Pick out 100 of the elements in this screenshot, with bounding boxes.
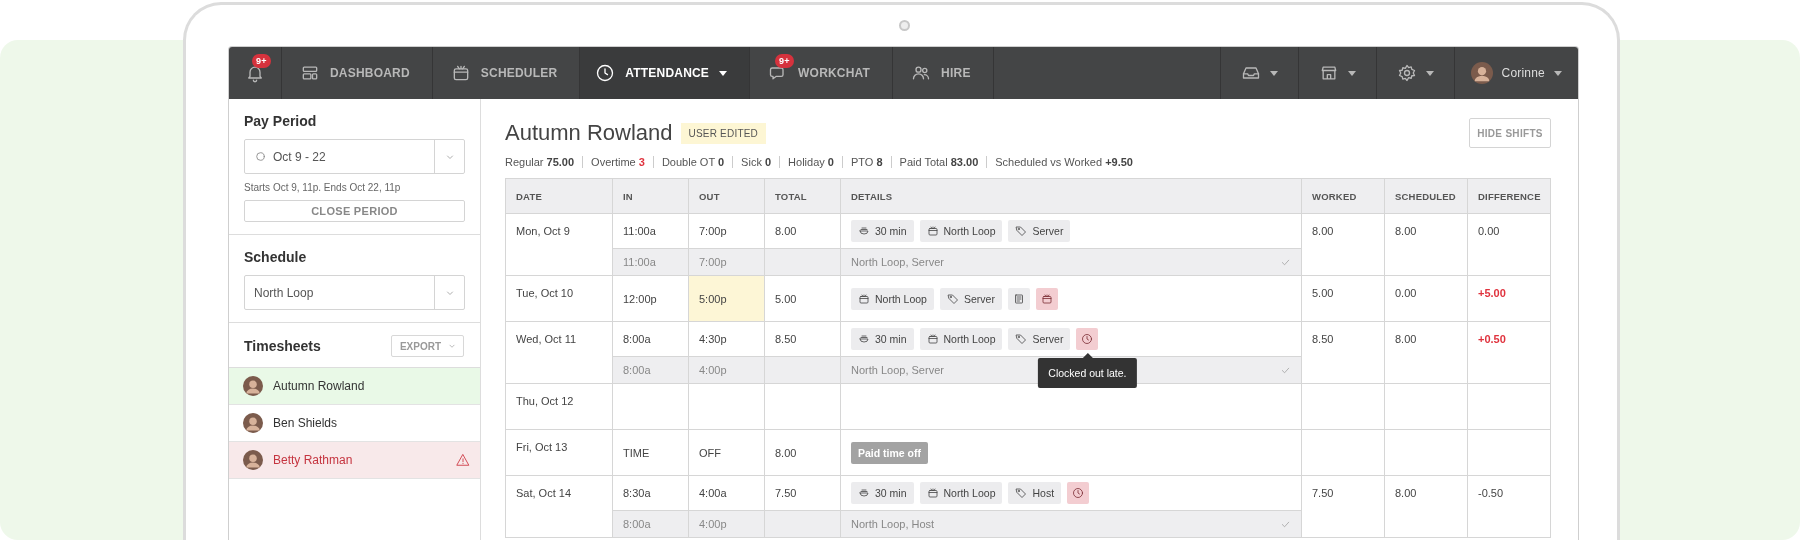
notification-badge: 9+ [252,54,271,68]
table-cell: 8.00 [1384,213,1468,276]
tag-icon [946,292,959,305]
location-chip[interactable]: North Loop [919,220,1003,242]
pto-tag: Paid time off [851,441,928,464]
stat-item: Regular 75.00 [505,156,576,168]
nav-tab[interactable]: DASHBOARD [282,47,433,99]
tag-icon [1015,333,1028,345]
stat-item: Paid Total 83.00 [890,156,987,168]
calendar-icon [926,487,939,499]
table-cell: +0.50 [1467,321,1551,384]
location-chip[interactable]: North Loop [919,328,1003,350]
user-menu[interactable]: Corinne [1453,47,1578,99]
column-header: WORKED [1301,178,1385,214]
stat-item: Scheduled vs Worked +9.50 [986,156,1141,168]
table-cell: 8:00a [612,321,689,357]
table-cell: 8.50 [764,321,841,357]
table-cell: 4:00p [688,356,765,384]
bowl-icon [858,225,870,237]
notification-badge: 9+ [775,54,794,68]
clock-icon [595,63,616,83]
stat-item: Double OT 0 [652,156,733,168]
table-cell: Fri, Oct 13 [505,429,613,476]
column-header: DETAILS [840,178,1302,214]
alert-button[interactable] [1067,482,1090,504]
clock-icon [1072,487,1085,499]
tooltip: Clocked out late. [1038,353,1137,388]
avatar-icon [243,376,263,396]
table-cell: 8:00a [612,356,689,384]
table-cell: 8.00 [764,429,841,476]
status-badge: USER EDITED [680,122,766,144]
break-chip[interactable]: 30 min [851,220,914,242]
table-cell: North Loop, Server [851,364,944,376]
nav-tab[interactable]: HIRE [893,47,994,99]
avatar-icon [243,450,263,470]
camera-dot [899,20,910,31]
table-cell: 0.00 [1467,213,1551,276]
nav-tab[interactable]: 9+ [229,47,282,99]
table-cell: Wed, Oct 11 [505,321,613,384]
note-button[interactable] [1007,287,1030,310]
table-cell: +5.00 [1467,275,1551,322]
table-cell: OFF [688,429,765,476]
radio-icon [254,150,267,163]
position-chip[interactable]: Server [1008,328,1071,350]
tag-icon [1015,487,1028,499]
close-period-button[interactable]: CLOSE PERIOD [244,200,465,222]
avatar-icon [243,413,263,433]
table-cell: Sat, Oct 14 [505,475,613,538]
table-cell: 8.00 [1384,321,1468,384]
table-cell: Thu, Oct 12 [505,383,613,430]
employee-name: Autumn Rowland [505,120,673,146]
table-cell: North Loop, Server [851,256,944,268]
timesheet-item[interactable]: Betty Rathman [229,442,480,479]
table-cell: 5:00p [688,275,765,322]
position-chip[interactable]: Host [1008,482,1062,504]
nav-tab[interactable]: ATTENDANCE [580,47,751,99]
pay-period-select[interactable]: Oct 9 - 22 [244,139,465,174]
period-note: Starts Oct 9, 11p. Ends Oct 22, 11p [244,182,402,193]
note-icon [1012,292,1025,305]
column-header: IN [612,178,689,214]
table-cell: Mon, Oct 9 [505,213,613,276]
table-cell: 5.00 [1301,275,1385,322]
location-chip[interactable]: North Loop [851,287,934,310]
column-header: TOTAL [764,178,841,214]
column-header: OUT [688,178,765,214]
clock-icon [1081,333,1094,345]
position-chip[interactable]: Server [1008,220,1071,242]
schedule-select[interactable]: North Loop [244,275,465,310]
stat-item: Overtime 3 [582,156,653,168]
break-chip[interactable]: 30 min [851,328,914,350]
calendar-icon [926,225,939,237]
table-cell: TIME [612,429,689,476]
nav-tab[interactable]: 9+ WORKCHAT [750,47,894,99]
tag-icon [1015,225,1028,237]
table-cell: 11:00a [612,248,689,276]
stat-item: Sick 0 [732,156,780,168]
table-cell: 4:00a [688,475,765,511]
table-cell: -0.50 [1467,475,1551,538]
warning-icon [456,453,470,467]
table-cell: 7:00p [688,248,765,276]
column-header: DIFFERENCE [1467,178,1551,214]
section-title: Schedule [244,249,308,265]
table-cell: 4:00p [688,510,765,538]
calendar-icon [926,333,939,345]
break-chip[interactable]: 30 min [851,482,914,504]
calendar-icon [858,292,870,305]
position-chip[interactable]: Server [939,287,1002,310]
bowl-icon [858,487,870,499]
gear-icon [1396,63,1417,83]
table-cell: 8.00 [764,213,841,249]
location-chip[interactable]: North Loop [919,482,1003,504]
table-cell: 7:00p [688,213,765,249]
alert-button[interactable] [1035,287,1058,310]
table-cell: 5.00 [764,275,841,322]
section-title: Timesheets [244,338,321,354]
table-cell: North Loop, Host [851,518,935,530]
column-header: DATE [505,178,613,214]
timesheet-item[interactable]: Autumn Rowland [229,368,480,405]
stat-item: Holiday 0 [779,156,842,168]
stat-item: PTO 8 [841,156,891,168]
